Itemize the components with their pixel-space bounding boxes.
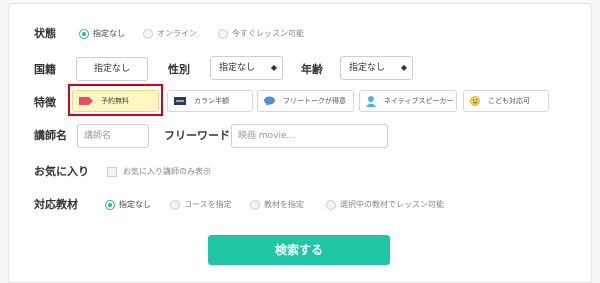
status-option-label: 今すぐレッスン可能 [232,29,304,38]
teacher-name-placeholder: 講師名 [84,131,112,141]
status-option-online[interactable]: オンライン [143,28,197,40]
free-word-input[interactable]: 映画 movie... [231,124,388,148]
status-option-label: 指定なし [93,29,125,38]
gender-select[interactable]: 指定なし ◆ [210,56,283,80]
materials-option-selected-material[interactable]: 選択中の教材でレッスン可能 [326,199,444,211]
smiley-icon [470,96,480,106]
features-label: 特徴 [34,96,56,109]
feature-chip-kids-ok[interactable]: こども対応可 [463,90,549,112]
favorites-only-checkbox[interactable]: お気に入り講師のみ表示 [107,166,211,178]
feature-chip-label: ネイティブスピーカー [384,97,454,105]
status-option-available-now[interactable]: 今すぐレッスン可能 [218,28,304,40]
feature-chip-native-speaker[interactable]: ネイティブスピーカー [359,90,457,112]
materials-option-course[interactable]: コースを指定 [170,199,232,211]
radio-icon [143,29,153,39]
materials-option-material[interactable]: 教材を指定 [250,199,304,211]
materials-option-label: 教材を指定 [264,200,304,209]
materials-option-unspecified[interactable]: 指定なし [105,199,151,211]
callan-logo-icon [174,97,186,105]
feature-chip-label: 予約無料 [101,97,129,105]
person-icon [366,95,376,107]
teacher-name-input[interactable]: 講師名 [77,124,149,148]
radio-selected-icon [79,29,89,39]
age-select[interactable]: 指定なし ◆ [340,56,413,80]
radio-selected-icon [105,200,115,210]
tag-icon [79,97,93,105]
select-arrows-icon: ◆ [400,63,407,72]
status-label: 状態 [34,27,56,40]
age-value: 指定なし [349,63,386,73]
materials-option-label: 選択中の教材でレッスン可能 [340,200,444,209]
nationality-value: 指定なし [93,64,130,74]
feature-chip-free-booking[interactable]: 予約無料 [72,90,159,112]
favorites-checkbox-label: お気に入り講師のみ表示 [123,167,211,176]
nationality-label: 国籍 [34,63,56,76]
speech-bubble-icon [264,96,275,106]
feature-chip-free-talk[interactable]: フリートークが得意 [257,90,354,112]
materials-label: 対応教材 [34,198,78,211]
search-button[interactable]: 検索する [208,235,390,265]
status-option-label: オンライン [157,29,197,38]
materials-option-label: 指定なし [119,200,151,209]
feature-chip-label: こども対応可 [488,97,530,105]
gender-label: 性別 [168,63,190,76]
select-arrows-icon: ◆ [270,63,277,72]
checkbox-icon [107,167,117,177]
status-option-unspecified[interactable]: 指定なし [79,28,125,40]
feature-chip-label: カラン半額 [194,97,229,105]
feature-chip-callan-half[interactable]: カラン半額 [167,90,253,112]
teacher-name-label: 講師名 [34,129,67,142]
gender-value: 指定なし [219,63,256,73]
radio-icon [250,200,260,210]
free-word-label: フリーワード [164,129,230,142]
radio-icon [170,200,180,210]
nationality-select[interactable]: 指定なし [76,57,148,81]
feature-chip-label: フリートークが得意 [283,97,346,105]
materials-option-label: コースを指定 [184,200,232,209]
free-word-placeholder: 映画 movie... [238,131,296,141]
favorites-label: お気に入り [34,165,89,178]
radio-icon [326,200,336,210]
age-label: 年齢 [301,63,323,76]
radio-icon [218,29,228,39]
